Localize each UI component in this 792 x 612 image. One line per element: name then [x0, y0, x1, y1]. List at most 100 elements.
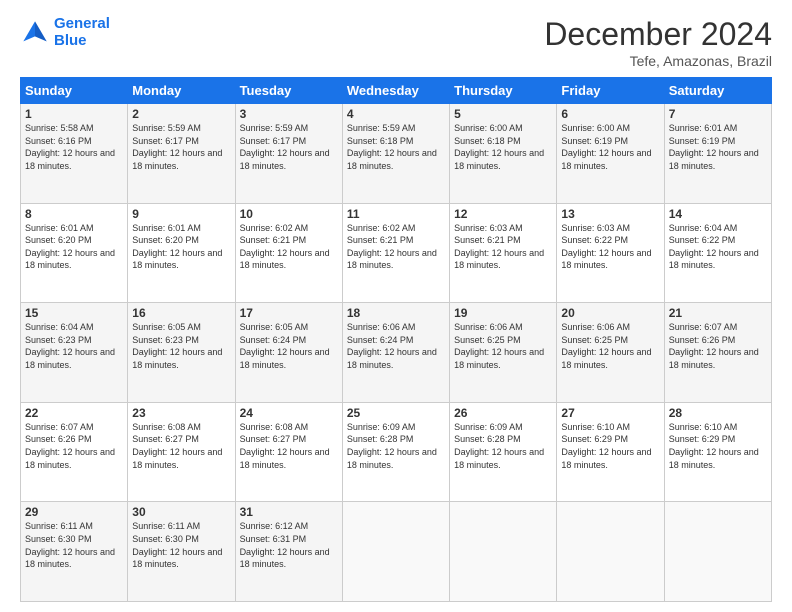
day-number: 19	[454, 306, 552, 320]
weekday-header-friday: Friday	[557, 78, 664, 104]
day-info: Sunrise: 6:02 AMSunset: 6:21 PMDaylight:…	[240, 222, 338, 272]
empty-cell	[450, 502, 557, 602]
day-number: 8	[25, 207, 123, 221]
day-cell-28: 28Sunrise: 6:10 AMSunset: 6:29 PMDayligh…	[664, 402, 771, 502]
day-cell-1: 1Sunrise: 5:58 AMSunset: 6:16 PMDaylight…	[21, 104, 128, 204]
day-number: 7	[669, 107, 767, 121]
week-row-5: 29Sunrise: 6:11 AMSunset: 6:30 PMDayligh…	[21, 502, 772, 602]
day-number: 24	[240, 406, 338, 420]
day-cell-8: 8Sunrise: 6:01 AMSunset: 6:20 PMDaylight…	[21, 203, 128, 303]
day-info: Sunrise: 6:12 AMSunset: 6:31 PMDaylight:…	[240, 520, 338, 570]
day-number: 25	[347, 406, 445, 420]
day-cell-24: 24Sunrise: 6:08 AMSunset: 6:27 PMDayligh…	[235, 402, 342, 502]
day-info: Sunrise: 6:06 AMSunset: 6:24 PMDaylight:…	[347, 321, 445, 371]
weekday-header-row: SundayMondayTuesdayWednesdayThursdayFrid…	[21, 78, 772, 104]
day-number: 11	[347, 207, 445, 221]
week-row-1: 1Sunrise: 5:58 AMSunset: 6:16 PMDaylight…	[21, 104, 772, 204]
day-info: Sunrise: 6:10 AMSunset: 6:29 PMDaylight:…	[669, 421, 767, 471]
day-info: Sunrise: 6:07 AMSunset: 6:26 PMDaylight:…	[669, 321, 767, 371]
day-number: 14	[669, 207, 767, 221]
day-number: 26	[454, 406, 552, 420]
day-number: 17	[240, 306, 338, 320]
day-info: Sunrise: 6:00 AMSunset: 6:18 PMDaylight:…	[454, 122, 552, 172]
weekday-header-monday: Monday	[128, 78, 235, 104]
day-number: 13	[561, 207, 659, 221]
empty-cell	[342, 502, 449, 602]
day-info: Sunrise: 6:11 AMSunset: 6:30 PMDaylight:…	[25, 520, 123, 570]
day-cell-26: 26Sunrise: 6:09 AMSunset: 6:28 PMDayligh…	[450, 402, 557, 502]
day-cell-4: 4Sunrise: 5:59 AMSunset: 6:18 PMDaylight…	[342, 104, 449, 204]
day-info: Sunrise: 6:03 AMSunset: 6:22 PMDaylight:…	[561, 222, 659, 272]
day-number: 6	[561, 107, 659, 121]
weekday-header-tuesday: Tuesday	[235, 78, 342, 104]
day-number: 18	[347, 306, 445, 320]
day-info: Sunrise: 6:06 AMSunset: 6:25 PMDaylight:…	[454, 321, 552, 371]
logo: General Blue	[20, 16, 110, 49]
day-number: 31	[240, 505, 338, 519]
day-cell-5: 5Sunrise: 6:00 AMSunset: 6:18 PMDaylight…	[450, 104, 557, 204]
empty-cell	[664, 502, 771, 602]
header: General Blue December 2024 Tefe, Amazona…	[20, 16, 772, 69]
day-info: Sunrise: 6:01 AMSunset: 6:20 PMDaylight:…	[132, 222, 230, 272]
day-cell-12: 12Sunrise: 6:03 AMSunset: 6:21 PMDayligh…	[450, 203, 557, 303]
day-info: Sunrise: 6:06 AMSunset: 6:25 PMDaylight:…	[561, 321, 659, 371]
week-row-2: 8Sunrise: 6:01 AMSunset: 6:20 PMDaylight…	[21, 203, 772, 303]
day-info: Sunrise: 6:02 AMSunset: 6:21 PMDaylight:…	[347, 222, 445, 272]
weekday-header-saturday: Saturday	[664, 78, 771, 104]
day-number: 30	[132, 505, 230, 519]
day-cell-11: 11Sunrise: 6:02 AMSunset: 6:21 PMDayligh…	[342, 203, 449, 303]
day-cell-23: 23Sunrise: 6:08 AMSunset: 6:27 PMDayligh…	[128, 402, 235, 502]
day-info: Sunrise: 6:05 AMSunset: 6:23 PMDaylight:…	[132, 321, 230, 371]
empty-cell	[557, 502, 664, 602]
day-cell-15: 15Sunrise: 6:04 AMSunset: 6:23 PMDayligh…	[21, 303, 128, 403]
day-cell-9: 9Sunrise: 6:01 AMSunset: 6:20 PMDaylight…	[128, 203, 235, 303]
day-number: 27	[561, 406, 659, 420]
day-info: Sunrise: 5:59 AMSunset: 6:18 PMDaylight:…	[347, 122, 445, 172]
day-cell-18: 18Sunrise: 6:06 AMSunset: 6:24 PMDayligh…	[342, 303, 449, 403]
logo-text: General Blue	[54, 16, 110, 49]
day-info: Sunrise: 5:59 AMSunset: 6:17 PMDaylight:…	[132, 122, 230, 172]
day-number: 15	[25, 306, 123, 320]
day-cell-10: 10Sunrise: 6:02 AMSunset: 6:21 PMDayligh…	[235, 203, 342, 303]
calendar-table: SundayMondayTuesdayWednesdayThursdayFrid…	[20, 77, 772, 602]
day-info: Sunrise: 6:01 AMSunset: 6:20 PMDaylight:…	[25, 222, 123, 272]
day-info: Sunrise: 6:09 AMSunset: 6:28 PMDaylight:…	[454, 421, 552, 471]
day-number: 23	[132, 406, 230, 420]
day-number: 20	[561, 306, 659, 320]
day-cell-16: 16Sunrise: 6:05 AMSunset: 6:23 PMDayligh…	[128, 303, 235, 403]
day-number: 21	[669, 306, 767, 320]
day-cell-22: 22Sunrise: 6:07 AMSunset: 6:26 PMDayligh…	[21, 402, 128, 502]
day-cell-21: 21Sunrise: 6:07 AMSunset: 6:26 PMDayligh…	[664, 303, 771, 403]
title-block: December 2024 Tefe, Amazonas, Brazil	[544, 16, 772, 69]
day-cell-19: 19Sunrise: 6:06 AMSunset: 6:25 PMDayligh…	[450, 303, 557, 403]
day-cell-31: 31Sunrise: 6:12 AMSunset: 6:31 PMDayligh…	[235, 502, 342, 602]
day-cell-20: 20Sunrise: 6:06 AMSunset: 6:25 PMDayligh…	[557, 303, 664, 403]
day-cell-27: 27Sunrise: 6:10 AMSunset: 6:29 PMDayligh…	[557, 402, 664, 502]
day-cell-13: 13Sunrise: 6:03 AMSunset: 6:22 PMDayligh…	[557, 203, 664, 303]
weekday-header-thursday: Thursday	[450, 78, 557, 104]
day-cell-14: 14Sunrise: 6:04 AMSunset: 6:22 PMDayligh…	[664, 203, 771, 303]
day-number: 28	[669, 406, 767, 420]
day-info: Sunrise: 6:05 AMSunset: 6:24 PMDaylight:…	[240, 321, 338, 371]
day-number: 4	[347, 107, 445, 121]
day-info: Sunrise: 6:03 AMSunset: 6:21 PMDaylight:…	[454, 222, 552, 272]
day-number: 10	[240, 207, 338, 221]
day-cell-2: 2Sunrise: 5:59 AMSunset: 6:17 PMDaylight…	[128, 104, 235, 204]
day-number: 1	[25, 107, 123, 121]
day-info: Sunrise: 5:59 AMSunset: 6:17 PMDaylight:…	[240, 122, 338, 172]
week-row-3: 15Sunrise: 6:04 AMSunset: 6:23 PMDayligh…	[21, 303, 772, 403]
month-title: December 2024	[544, 16, 772, 53]
day-info: Sunrise: 6:10 AMSunset: 6:29 PMDaylight:…	[561, 421, 659, 471]
day-info: Sunrise: 6:04 AMSunset: 6:22 PMDaylight:…	[669, 222, 767, 272]
day-number: 16	[132, 306, 230, 320]
day-info: Sunrise: 6:00 AMSunset: 6:19 PMDaylight:…	[561, 122, 659, 172]
day-info: Sunrise: 6:04 AMSunset: 6:23 PMDaylight:…	[25, 321, 123, 371]
page: General Blue December 2024 Tefe, Amazona…	[0, 0, 792, 612]
day-number: 5	[454, 107, 552, 121]
day-info: Sunrise: 6:08 AMSunset: 6:27 PMDaylight:…	[132, 421, 230, 471]
day-info: Sunrise: 5:58 AMSunset: 6:16 PMDaylight:…	[25, 122, 123, 172]
day-info: Sunrise: 6:09 AMSunset: 6:28 PMDaylight:…	[347, 421, 445, 471]
location: Tefe, Amazonas, Brazil	[544, 53, 772, 69]
day-number: 12	[454, 207, 552, 221]
day-info: Sunrise: 6:08 AMSunset: 6:27 PMDaylight:…	[240, 421, 338, 471]
